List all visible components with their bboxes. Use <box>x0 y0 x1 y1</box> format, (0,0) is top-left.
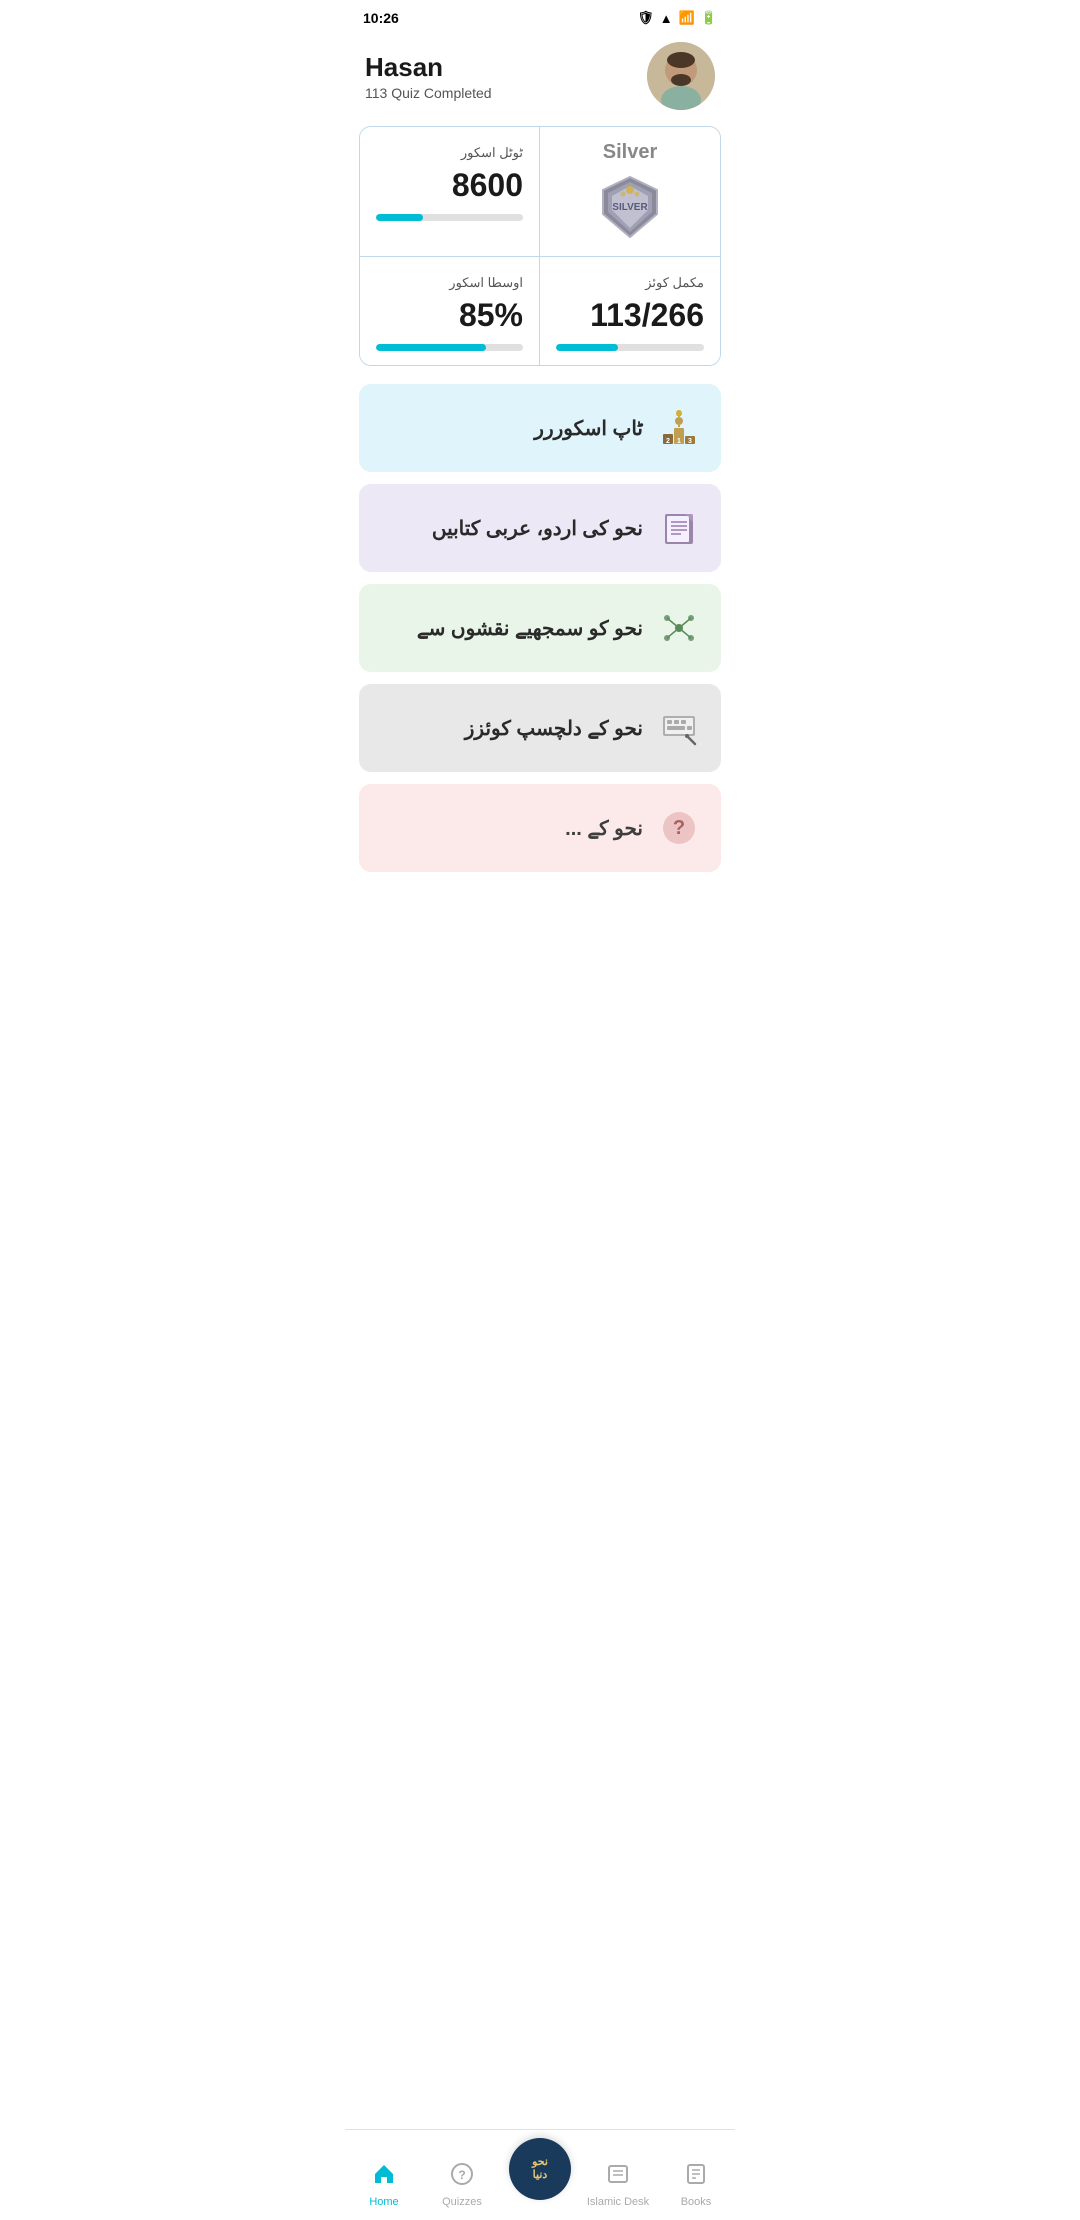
diagrams-text: نحو کو سمجھیے نقشوں سے <box>379 616 643 641</box>
home-label: Home <box>369 2196 398 2208</box>
quizzes-text: نحو کے دلچسپ کوئزز <box>379 716 643 741</box>
header-info: Hasan 113 Quiz Completed <box>365 52 492 101</box>
quizzes-nav-icon: ? <box>450 2162 474 2192</box>
nav-home[interactable]: Home <box>345 2162 423 2208</box>
avg-score-progress-fill <box>376 344 486 351</box>
nav-center[interactable]: نحودنیا ‎ <box>501 2138 579 2212</box>
nav-islamic-desk[interactable]: Islamic Desk <box>579 2162 657 2208</box>
bottom-nav: Home ? Quizzes نحودنیا ‎ Islamic Desk <box>345 2129 735 2220</box>
nav-center-icon: نحودنیا <box>532 2156 548 2182</box>
home-icon <box>372 2162 396 2192</box>
total-score-label: ٹوٹل اسکور <box>376 145 523 161</box>
books-nav-icon <box>684 2162 708 2192</box>
books-card[interactable]: نحو کی اردو، عربی کتابیں <box>359 484 721 572</box>
menu-section: ٹاپ اسکوررر 2 1 3 <box>345 366 735 876</box>
top-scorers-card[interactable]: ٹاپ اسکوررر 2 1 3 <box>359 384 721 472</box>
completed-quiz-value: 113/266 <box>556 297 704 334</box>
nav-center-circle: نحودنیا <box>509 2138 571 2200</box>
status-bar: 10:26 🛡 ▲ 📶 🔋 <box>345 0 735 32</box>
books-icon <box>657 506 701 550</box>
quizzes-nav-label: Quizzes <box>442 2196 482 2208</box>
shield-icon: 🛡 <box>637 10 654 26</box>
svg-text:2: 2 <box>666 438 670 445</box>
nav-books[interactable]: Books <box>657 2162 735 2208</box>
total-score-progress-fill <box>376 214 423 221</box>
svg-text:3: 3 <box>688 438 692 445</box>
completed-quiz-progress-bg <box>556 344 704 351</box>
extra-text: نحو کے ... <box>379 816 643 841</box>
badge-cell: Silver SILVER <box>540 127 720 257</box>
avg-score-cell: اوسطا اسکور 85% <box>360 257 540 365</box>
completed-quiz-label: مکمل کوئز <box>556 275 704 291</box>
islamic-desk-label: Islamic Desk <box>587 2196 649 2208</box>
avg-score-progress-bg <box>376 344 523 351</box>
nav-quizzes[interactable]: ? Quizzes <box>423 2162 501 2208</box>
quizzes-card[interactable]: نحو کے دلچسپ کوئزز <box>359 684 721 772</box>
status-icons: 🛡 ▲ 📶 🔋 <box>637 10 717 26</box>
svg-text:?: ? <box>458 2168 465 2182</box>
svg-text:SILVER: SILVER <box>612 202 648 213</box>
top-scorers-icon: 2 1 3 <box>657 406 701 450</box>
user-name: Hasan <box>365 52 492 83</box>
diagrams-icon <box>657 606 701 650</box>
svg-text:1: 1 <box>677 438 681 445</box>
completed-quiz-cell: مکمل کوئز 113/266 <box>540 257 720 365</box>
total-score-value: 8600 <box>376 167 523 204</box>
header: Hasan 113 Quiz Completed <box>345 32 735 126</box>
avatar <box>647 42 715 110</box>
diagrams-card[interactable]: نحو کو سمجھیے نقشوں سے <box>359 584 721 672</box>
top-scorers-text: ٹاپ اسکوررر <box>379 416 643 441</box>
total-score-cell: ٹوٹل اسکور 8600 <box>360 127 540 257</box>
wifi-icon: 📶 <box>679 10 695 26</box>
islamic-desk-icon <box>606 2162 630 2192</box>
quizzes-icon <box>657 706 701 750</box>
books-text: نحو کی اردو، عربی کتابیں <box>379 516 643 541</box>
status-time: 10:26 <box>363 10 399 26</box>
extra-card[interactable]: نحو کے ... ? <box>359 784 721 872</box>
battery-icon: 🔋 <box>701 10 717 26</box>
signal-icon: ▲ <box>660 11 673 26</box>
total-score-progress-bg <box>376 214 523 221</box>
badge-label: Silver <box>603 141 657 164</box>
avg-score-label: اوسطا اسکور <box>376 275 523 291</box>
avg-score-value: 85% <box>376 297 523 334</box>
svg-text:?: ? <box>673 817 685 839</box>
stats-grid: ٹوٹل اسکور 8600 Silver SILVER <box>359 126 721 366</box>
extra-icon: ? <box>657 806 701 850</box>
books-nav-label: Books <box>681 2196 712 2208</box>
completed-quiz-progress-fill <box>556 344 618 351</box>
quiz-completed-count: 113 Quiz Completed <box>365 85 492 101</box>
silver-badge-icon: SILVER <box>595 172 665 242</box>
